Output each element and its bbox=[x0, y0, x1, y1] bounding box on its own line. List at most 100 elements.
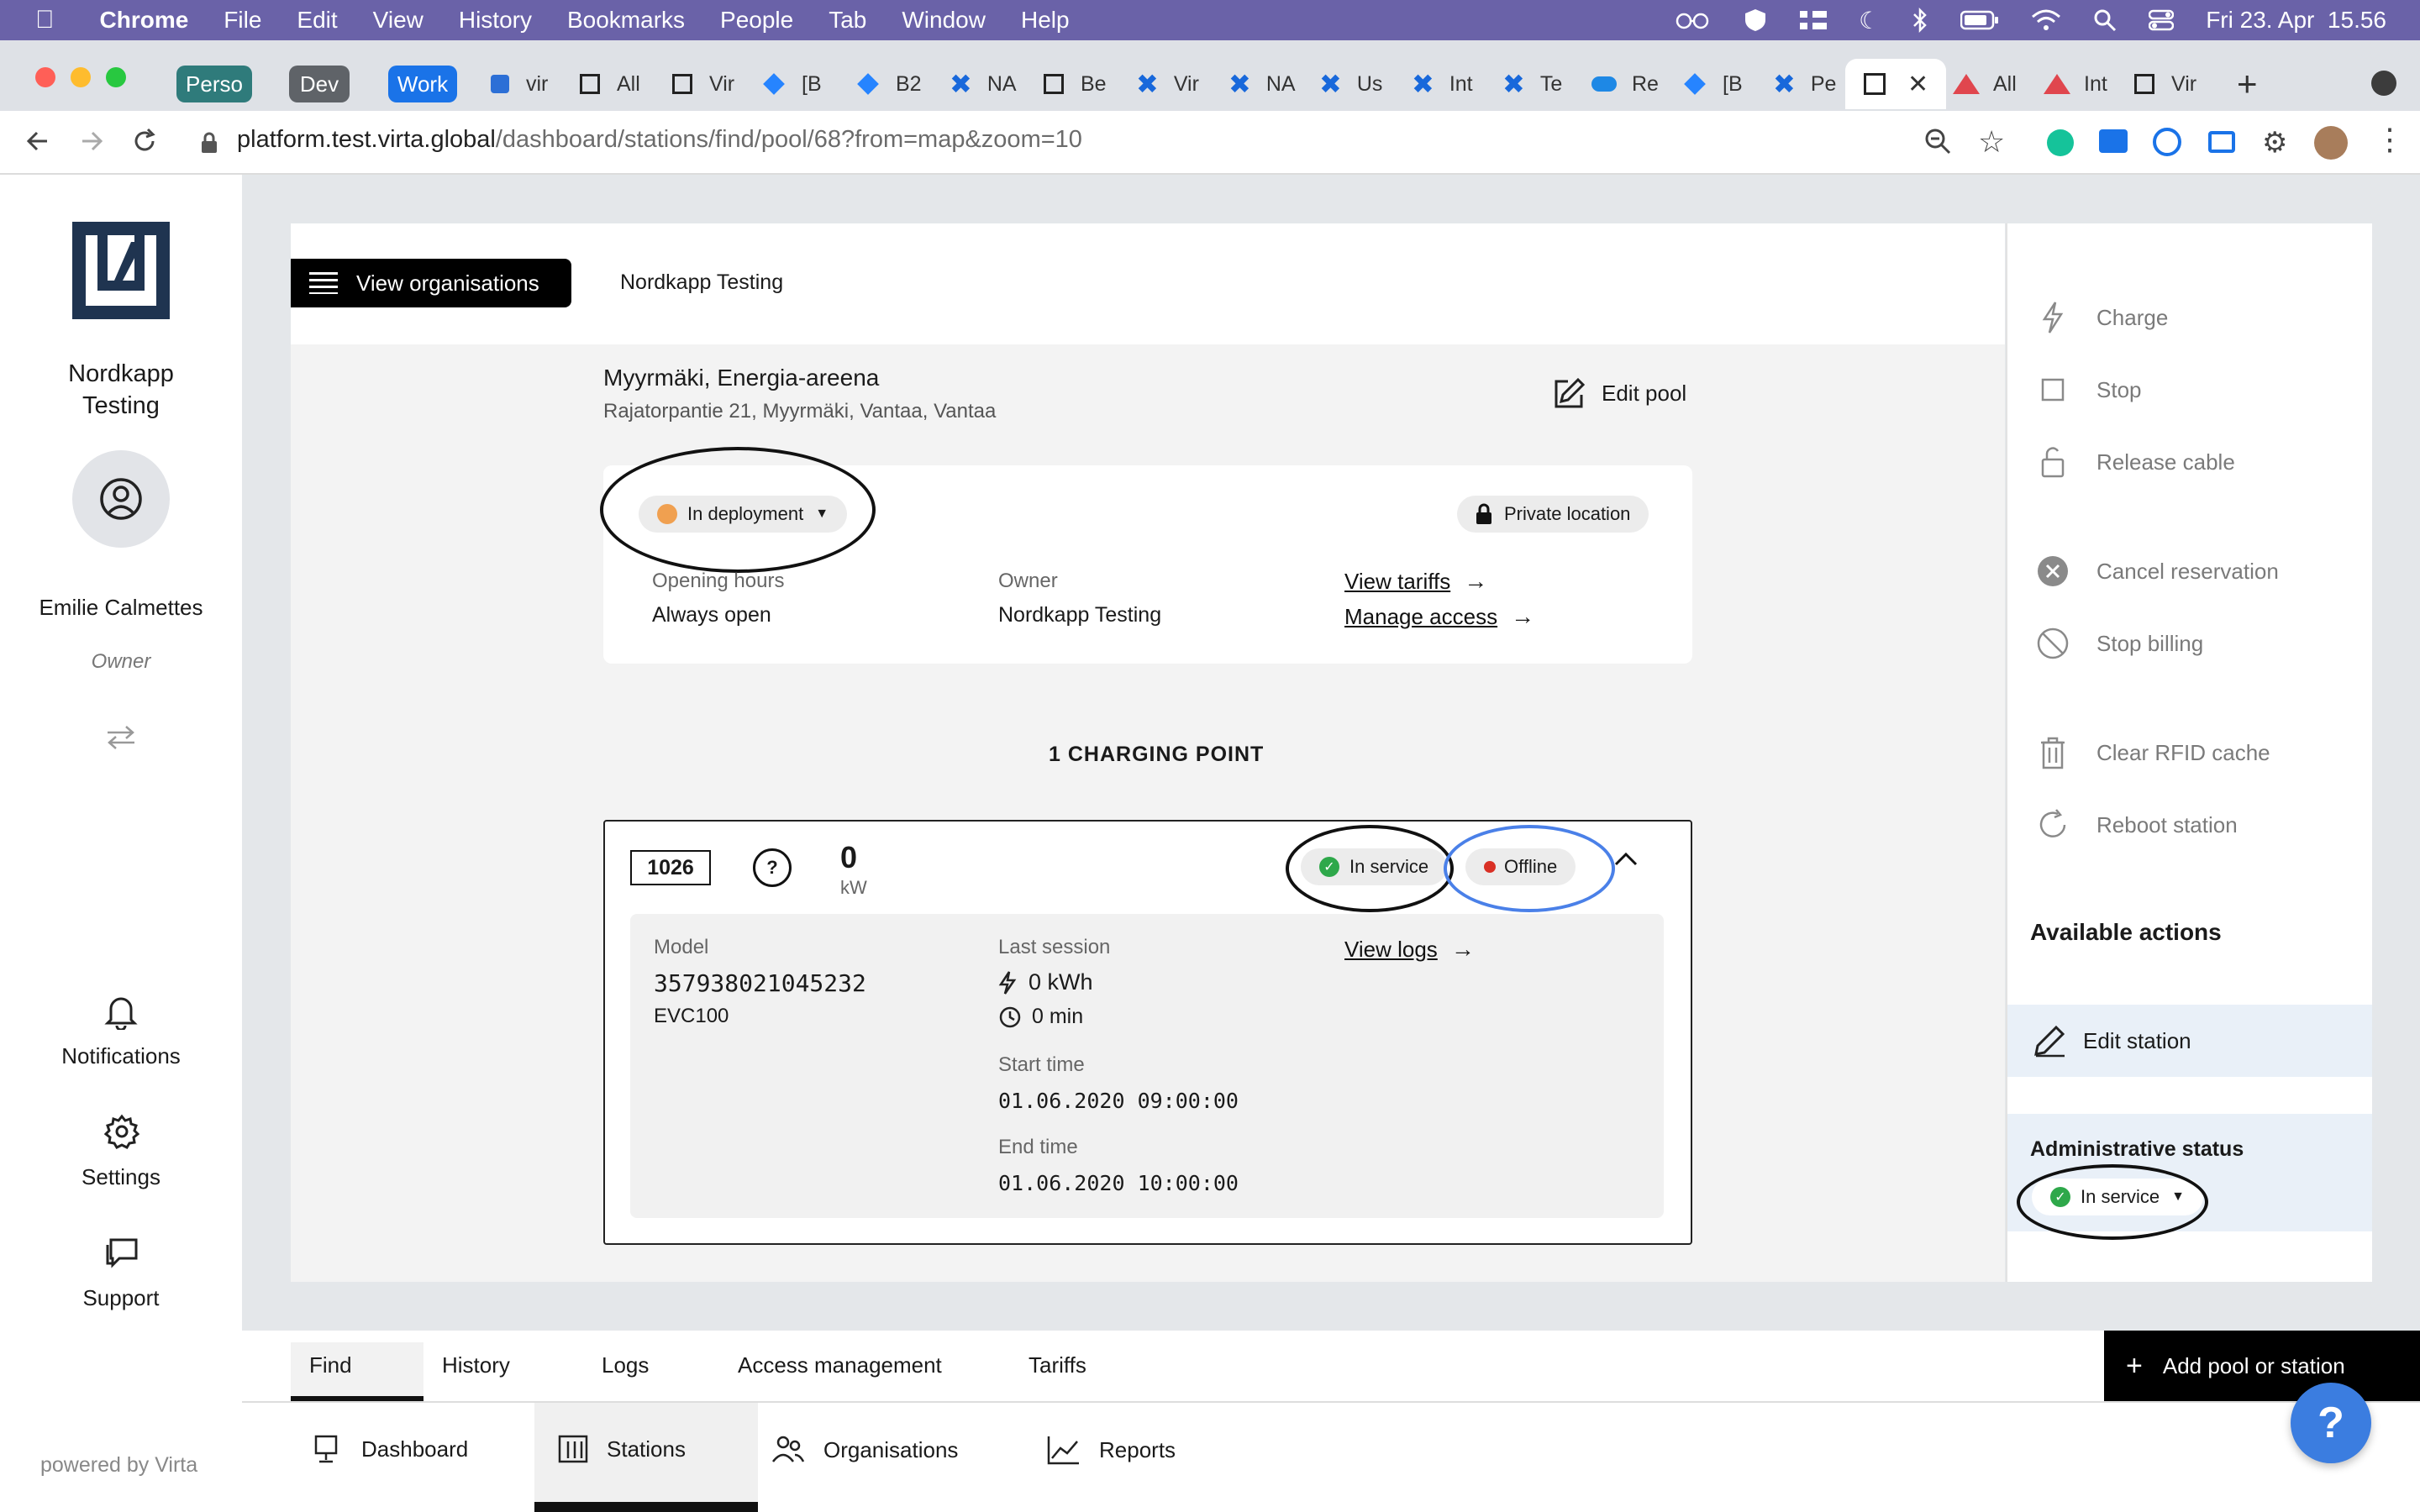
browser-tab[interactable]: ✖ Vir bbox=[1136, 59, 1199, 109]
zoom-icon[interactable] bbox=[1924, 128, 1951, 155]
close-tab-icon[interactable]: ✕ bbox=[1907, 70, 1928, 99]
browser-tab[interactable]: ✖ Te bbox=[1502, 59, 1562, 109]
back-icon[interactable] bbox=[22, 126, 52, 156]
browser-tab[interactable]: B2 bbox=[857, 59, 922, 109]
bookmark-star-icon[interactable]: ☆ bbox=[1978, 124, 2005, 160]
browser-tab[interactable]: [B bbox=[1684, 59, 1743, 109]
browser-tab[interactable]: [B bbox=[763, 59, 822, 109]
browser-tab[interactable]: ✖ Int bbox=[1412, 59, 1473, 109]
zoom-window-icon[interactable] bbox=[106, 67, 126, 87]
control-center-icon[interactable] bbox=[2149, 9, 2175, 31]
reboot-station-action[interactable]: Reboot station bbox=[2034, 806, 2238, 843]
tab-search-icon[interactable] bbox=[2371, 71, 2396, 96]
help-button[interactable]: ? bbox=[2291, 1383, 2371, 1463]
connector-type-help[interactable]: ? bbox=[753, 848, 792, 887]
tab-history[interactable]: History bbox=[442, 1352, 510, 1378]
nav-organisations[interactable]: Organisations bbox=[771, 1435, 958, 1465]
collapse-chevron-icon[interactable] bbox=[1613, 850, 1639, 867]
edit-station-button[interactable]: Edit station bbox=[2007, 1005, 2372, 1077]
menu-help[interactable]: Help bbox=[1021, 7, 1070, 34]
browser-tab[interactable]: All bbox=[580, 59, 640, 109]
menu-window[interactable]: Window bbox=[902, 7, 986, 34]
browser-tab[interactable]: Vir bbox=[672, 59, 734, 109]
browser-tab-active[interactable]: ✕ bbox=[1845, 59, 1946, 109]
tab-group-work[interactable]: Work bbox=[388, 66, 457, 102]
spotlight-icon[interactable] bbox=[2093, 8, 2117, 32]
browser-tab[interactable]: All bbox=[1953, 59, 2017, 109]
menu-file[interactable]: File bbox=[224, 7, 261, 34]
nav-reports[interactable]: Reports bbox=[1047, 1435, 1176, 1465]
annotation-circle bbox=[600, 447, 876, 573]
menu-tab[interactable]: Tab bbox=[829, 7, 866, 34]
clock[interactable]: Fri 23. Apr 15.56 bbox=[2206, 7, 2386, 34]
grammarly-extension-icon[interactable] bbox=[2047, 129, 2074, 156]
menu-app[interactable]: Chrome bbox=[100, 7, 189, 34]
menu-edit[interactable]: Edit bbox=[297, 7, 337, 34]
bluetooth-icon[interactable] bbox=[1912, 8, 1928, 33]
edit-pool-button[interactable]: Edit pool bbox=[1553, 376, 1686, 410]
tab-logs[interactable]: Logs bbox=[602, 1352, 649, 1378]
browser-tab[interactable]: ✖ Us bbox=[1319, 59, 1382, 109]
view-organisations-button[interactable]: View organisations bbox=[291, 259, 571, 307]
reload-icon[interactable] bbox=[129, 126, 160, 156]
lock-icon[interactable] bbox=[200, 131, 218, 155]
screen-extension-icon[interactable] bbox=[2208, 131, 2235, 153]
tab-group-perso[interactable]: Perso bbox=[176, 66, 252, 102]
chrome-menu-icon[interactable]: ⋮ bbox=[2375, 124, 2405, 155]
flag-icon[interactable] bbox=[1800, 11, 1828, 29]
minimize-window-icon[interactable] bbox=[71, 67, 91, 87]
user-avatar[interactable] bbox=[72, 450, 170, 548]
browser-tab[interactable]: ✖ NA bbox=[1228, 59, 1296, 109]
charge-action[interactable]: Charge bbox=[2034, 299, 2168, 336]
cancel-reservation-action[interactable]: Cancel reservation bbox=[2034, 553, 2279, 590]
nav-dashboard[interactable]: Dashboard bbox=[313, 1435, 468, 1463]
stop-billing-action[interactable]: Stop billing bbox=[2034, 625, 2203, 662]
vpn-icon[interactable] bbox=[1743, 8, 1768, 33]
tab-tariffs[interactable]: Tariffs bbox=[1028, 1352, 1086, 1378]
nav-stations[interactable]: Stations bbox=[534, 1403, 758, 1512]
moon-icon[interactable]: ☾ bbox=[1859, 7, 1880, 34]
profile-avatar[interactable] bbox=[2314, 126, 2348, 160]
apple-icon[interactable]:  bbox=[35, 6, 55, 34]
nav-notifications[interactable]: Notifications bbox=[0, 986, 242, 1079]
stop-action[interactable]: Stop bbox=[2034, 371, 2142, 408]
manage-access-link[interactable]: Manage access → bbox=[1344, 603, 1534, 630]
pencil-icon bbox=[2034, 1025, 2065, 1058]
address-bar[interactable]: platform.test.virta.global/dashboard/sta… bbox=[237, 126, 1082, 154]
menu-history[interactable]: History bbox=[459, 7, 532, 34]
browser-tab[interactable]: ✖ NA bbox=[950, 59, 1017, 109]
battery-icon[interactable] bbox=[1960, 10, 1999, 30]
forward-icon[interactable] bbox=[77, 126, 108, 156]
view-logs-link[interactable]: View logs → bbox=[1344, 936, 1475, 963]
breadcrumb-org[interactable]: Nordkapp Testing bbox=[620, 270, 783, 295]
wifi-icon[interactable] bbox=[2031, 8, 2061, 32]
browser-tab[interactable]: ✖ Pe bbox=[1773, 59, 1836, 109]
virta-logo-icon[interactable] bbox=[72, 222, 170, 319]
view-tariffs-link[interactable]: View tariffs → bbox=[1344, 568, 1487, 595]
nav-support[interactable]: Support bbox=[0, 1228, 242, 1320]
menu-bookmarks[interactable]: Bookmarks bbox=[567, 7, 685, 34]
close-window-icon[interactable] bbox=[35, 67, 55, 87]
switch-org-icon[interactable] bbox=[106, 724, 136, 749]
chat-extension-icon[interactable] bbox=[2099, 129, 2128, 153]
glasses-icon[interactable] bbox=[1676, 10, 1709, 30]
add-pool-button[interactable]: + Add pool or station bbox=[2104, 1331, 2420, 1401]
tab-find[interactable]: Find bbox=[291, 1342, 424, 1401]
tab-access-management[interactable]: Access management bbox=[738, 1352, 942, 1378]
password-extension-icon[interactable] bbox=[2153, 128, 2181, 156]
clear-rfid-action[interactable]: Clear RFID cache bbox=[2034, 734, 2270, 771]
tab-group-dev[interactable]: Dev bbox=[289, 66, 350, 102]
release-cable-action[interactable]: Release cable bbox=[2034, 444, 2235, 480]
browser-tab[interactable]: Re bbox=[1591, 59, 1659, 109]
browser-tab[interactable]: Int bbox=[2044, 59, 2107, 109]
menu-people[interactable]: People bbox=[720, 7, 793, 34]
new-tab-icon[interactable]: + bbox=[2237, 64, 2258, 104]
browser-tab[interactable]: Be bbox=[1044, 59, 1107, 109]
nav-settings[interactable]: Settings bbox=[0, 1107, 242, 1200]
pencil-icon bbox=[1555, 377, 1586, 408]
bell-icon bbox=[104, 993, 138, 1030]
browser-tab[interactable]: Vir bbox=[2134, 59, 2196, 109]
extensions-icon[interactable]: ⚙ bbox=[2262, 126, 2287, 160]
menu-view[interactable]: View bbox=[373, 7, 424, 34]
browser-tab[interactable]: vir bbox=[491, 59, 548, 109]
